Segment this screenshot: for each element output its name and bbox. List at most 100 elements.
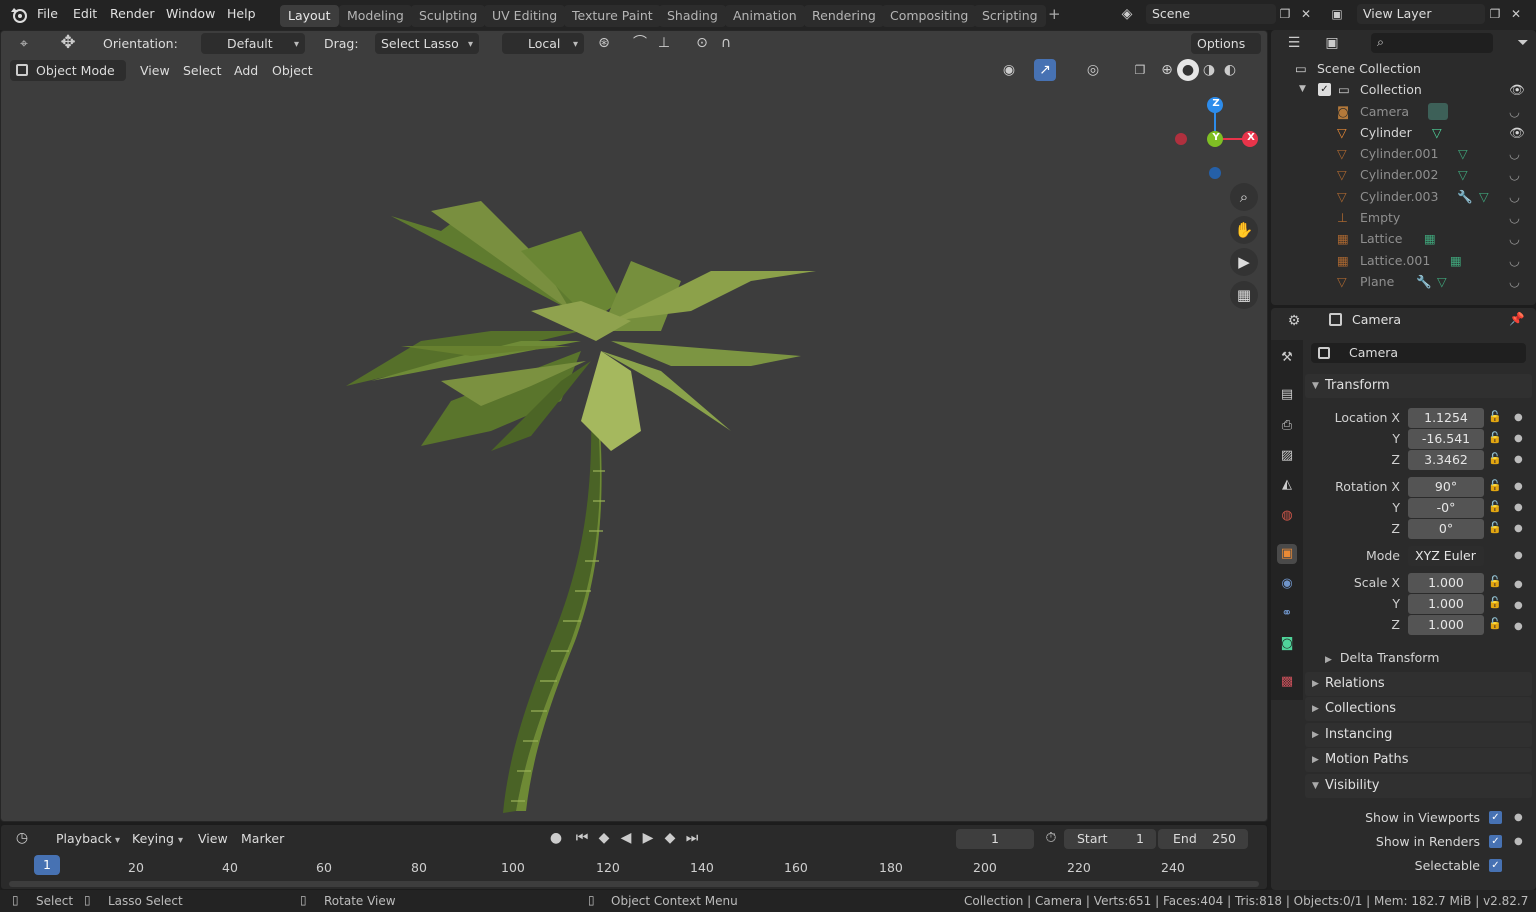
play-reverse-icon[interactable]: ◀ (615, 827, 637, 849)
viewport-menu-select[interactable]: Select (183, 61, 222, 81)
view-layer-field[interactable]: View Layer (1357, 4, 1485, 24)
hidden-eye-icon[interactable]: ◡ (1509, 250, 1520, 271)
stopwatch-icon[interactable]: ⏱ (1040, 827, 1062, 849)
motion-paths-panel-header[interactable]: ▶ Motion Paths (1305, 748, 1532, 772)
world-tab-icon[interactable]: ◍ (1277, 506, 1297, 526)
tab-uv-editing[interactable]: UV Editing (484, 5, 566, 27)
keyframe-dot-icon[interactable]: ● (1514, 579, 1523, 590)
lock-icon[interactable]: 🔓 (1488, 521, 1502, 534)
relations-panel-header[interactable]: ▶ Relations (1305, 672, 1532, 696)
location-x-field[interactable]: 1.1254 (1408, 408, 1484, 428)
keyframe-dot-icon[interactable]: ● (1514, 836, 1523, 847)
outliner[interactable]: ☰ ▣ ⌕ ⏷ ▭ Scene Collection ▼ ✓ ▭ Collect… (1271, 30, 1536, 305)
hidden-eye-icon[interactable]: ◡ (1509, 101, 1520, 122)
visibility-icon[interactable]: ◉ (998, 59, 1020, 81)
tab-sculpting[interactable]: Sculpting (411, 5, 486, 27)
end-frame-field[interactable]: End 250 (1158, 829, 1248, 849)
scale-x-field[interactable]: 1.000 (1408, 573, 1484, 593)
display-mode-icon[interactable]: ▣ (1321, 32, 1343, 54)
pivot-dropdown[interactable]: Local (502, 33, 584, 54)
tab-scripting[interactable]: Scripting (974, 5, 1046, 27)
add-workspace-button[interactable]: + (1048, 5, 1061, 23)
show-in-renders-checkbox[interactable]: ✓ (1489, 835, 1502, 848)
rotation-mode-dropdown[interactable]: XYZ Euler (1408, 546, 1484, 566)
menu-window[interactable]: Window (166, 6, 215, 21)
scene-collection-row[interactable]: ▭ Scene Collection (1271, 58, 1536, 79)
collection-checkbox[interactable]: ✓ (1318, 83, 1331, 96)
location-z-field[interactable]: 3.3462 (1408, 450, 1484, 470)
wireframe-shading-icon[interactable]: ⊕ (1156, 59, 1178, 81)
lock-icon[interactable]: 🔓 (1488, 431, 1502, 444)
collections-panel-header[interactable]: ▶ Collections (1305, 697, 1532, 721)
output-tab-icon[interactable]: ⎙ (1277, 416, 1297, 436)
perspective-grid-icon[interactable]: ▦ (1230, 281, 1258, 309)
visibility-panel-header[interactable]: ▼ Visibility (1305, 774, 1532, 798)
timeline-menu-view[interactable]: View (198, 829, 228, 849)
timeline-scrollbar[interactable] (9, 881, 1259, 887)
properties-editor-icon[interactable]: ⚙ (1283, 310, 1305, 332)
xray-icon[interactable]: ❐ (1129, 59, 1151, 81)
filter-icon[interactable]: ⏷ (1512, 32, 1534, 54)
selectable-checkbox[interactable]: ✓ (1489, 859, 1502, 872)
show-in-viewports-checkbox[interactable]: ✓ (1489, 811, 1502, 824)
delta-transform-subpanel[interactable]: ▶ Delta Transform (1325, 650, 1439, 665)
rotation-z-field[interactable]: 0° (1408, 519, 1484, 539)
hidden-eye-icon[interactable]: ◡ (1509, 186, 1520, 207)
scale-z-field[interactable]: 1.000 (1408, 615, 1484, 635)
outliner-item-cylinder-001[interactable]: ▽ Cylinder.001 ▽ ◡ (1271, 143, 1536, 164)
outliner-item-lattice-001[interactable]: ▦ Lattice.001 ▦ ◡ (1271, 250, 1536, 271)
zoom-icon[interactable]: ⌕ (1230, 183, 1258, 211)
view-layer-tab-icon[interactable]: ▨ (1277, 446, 1297, 466)
outliner-search-input[interactable] (1371, 33, 1493, 53)
collection-row[interactable]: ▼ ✓ ▭ Collection 👁 (1271, 79, 1536, 100)
outliner-item-camera[interactable]: ◙ Camera ◡ (1271, 101, 1536, 122)
keyframe-dot-icon[interactable]: ● (1514, 600, 1523, 611)
hidden-eye-icon[interactable]: ◡ (1509, 207, 1520, 228)
camera-view-icon[interactable]: ▶ (1230, 248, 1258, 276)
keyframe-dot-icon[interactable]: ● (1514, 621, 1523, 632)
keyframe-dot-icon[interactable]: ● (1514, 550, 1523, 561)
rotation-x-field[interactable]: 90° (1408, 477, 1484, 497)
camera-data-tab-icon[interactable]: ◙ (1277, 634, 1297, 654)
tab-layout[interactable]: Layout (280, 5, 339, 27)
snap-icon[interactable]: ⌒ (629, 32, 651, 54)
start-frame-field[interactable]: Start 1 (1064, 829, 1156, 849)
drag-dropdown[interactable]: Select Lasso (375, 33, 479, 54)
hidden-eye-icon[interactable]: ◡ (1509, 164, 1520, 185)
timeline-menu-keying[interactable]: Keying (132, 829, 174, 849)
viewport-menu-object[interactable]: Object (272, 61, 313, 81)
lock-icon[interactable]: 🔓 (1488, 452, 1502, 465)
keyframe-dot-icon[interactable]: ● (1514, 433, 1523, 444)
outliner-editor-icon[interactable]: ☰ (1283, 32, 1305, 54)
options-dropdown[interactable]: Options (1191, 33, 1261, 54)
timeline[interactable]: ◷ Playback ▾ Keying ▾ View Marker ● ⏮ ◆ … (0, 824, 1268, 890)
outliner-item-plane[interactable]: ▽ Plane 🔧 ▽ ◡ (1271, 271, 1536, 292)
play-icon[interactable]: ▶ (637, 827, 659, 849)
menu-file[interactable]: File (37, 6, 58, 21)
render-tab-icon[interactable]: ▤ (1277, 385, 1297, 405)
solid-shading-icon[interactable]: ● (1177, 59, 1199, 81)
eye-icon[interactable]: 👁 (1509, 122, 1525, 143)
jump-end-icon[interactable]: ⏭ (681, 827, 703, 849)
menu-help[interactable]: Help (227, 6, 256, 21)
timeline-menu-marker[interactable]: Marker (241, 829, 284, 849)
3d-viewport[interactable]: ⌖ ✥ Orientation: Default ▾ Drag: Select … (0, 30, 1268, 822)
material-shading-icon[interactable]: ◑ (1198, 59, 1220, 81)
overlay-icon[interactable]: ◎ (1082, 59, 1104, 81)
gizmo-toggle-icon[interactable]: ↗ (1034, 59, 1056, 81)
keyframe-dot-icon[interactable]: ● (1514, 454, 1523, 465)
menu-render[interactable]: Render (110, 6, 155, 21)
tab-animation[interactable]: Animation (725, 5, 805, 27)
lock-icon[interactable]: 🔓 (1488, 596, 1502, 609)
transform-panel-header[interactable]: ▼ Transform (1305, 374, 1532, 398)
orientation-dropdown[interactable]: Default (201, 33, 305, 54)
playhead-frame[interactable]: 1 (34, 855, 60, 875)
pin-icon[interactable]: 📌 (1509, 311, 1525, 327)
scene-tab-icon[interactable]: ◭ (1277, 475, 1297, 495)
keyframe-dot-icon[interactable]: ● (1514, 481, 1523, 492)
rotation-y-field[interactable]: -0° (1408, 498, 1484, 518)
keyframe-dot-icon[interactable]: ● (1514, 812, 1523, 823)
pan-hand-icon[interactable]: ✋ (1230, 216, 1258, 244)
scene-selector-icon[interactable]: ◈ (1116, 3, 1138, 25)
texture-tab-icon[interactable]: ▩ (1277, 672, 1297, 692)
